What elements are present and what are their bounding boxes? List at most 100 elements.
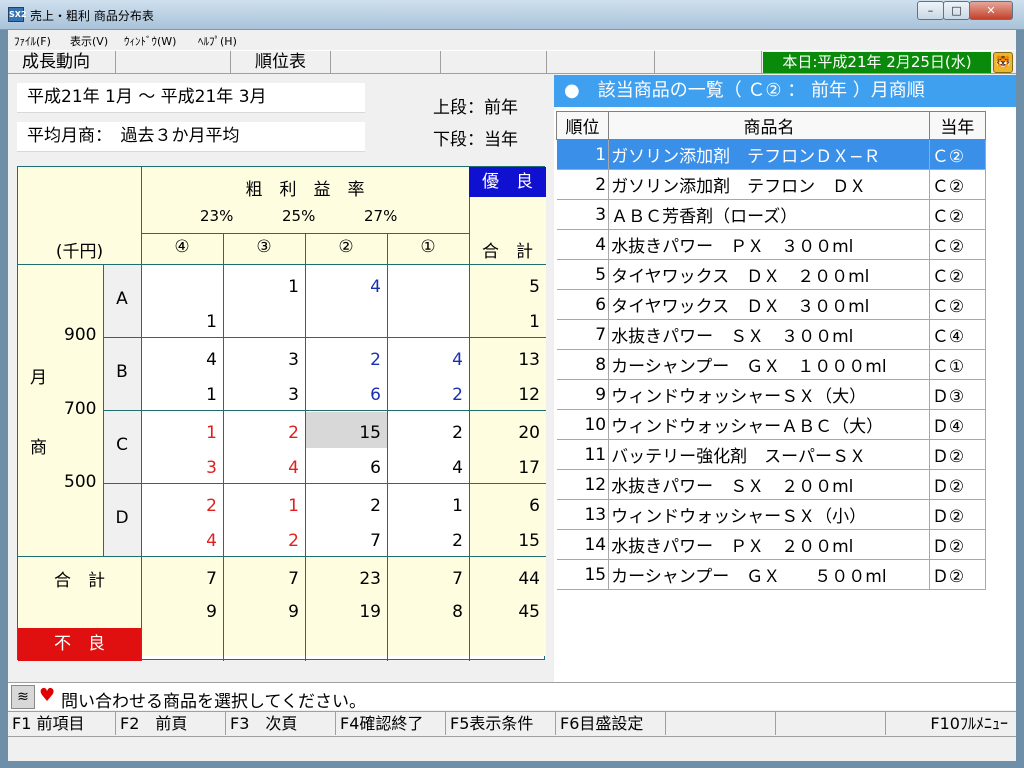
cell-c4-bot[interactable]: 3 bbox=[141, 458, 217, 478]
cell-d1-bot[interactable]: 2 bbox=[387, 531, 463, 551]
cell-d3-bot[interactable]: 2 bbox=[223, 531, 299, 551]
cell-b3-bot[interactable]: 3 bbox=[223, 385, 299, 405]
row-grade: Ｄ② bbox=[929, 439, 987, 470]
sum-c-top: 20 bbox=[518, 423, 540, 443]
y-tick-500: 500 bbox=[64, 472, 97, 492]
lower-legend: 下段：当年 bbox=[433, 130, 518, 150]
cell-c3-bot[interactable]: 4 bbox=[223, 458, 299, 478]
cell-b2-bot[interactable]: 6 bbox=[305, 385, 381, 405]
row-rank: 6 bbox=[556, 289, 610, 320]
cell-d4-top[interactable]: 2 bbox=[141, 496, 217, 516]
toolbar-slot-4[interactable] bbox=[331, 51, 441, 74]
table-row[interactable]: 1 ガソリン添加剤 テフロンＤＸ−Ｒ Ｃ② bbox=[556, 139, 987, 170]
f10-full-menu-button[interactable]: F10ﾌﾙﾒﾆｭｰ bbox=[886, 712, 1016, 735]
row-grade: Ｃ② bbox=[929, 139, 987, 170]
table-row[interactable]: 11 バッテリー強化剤 スーパーＳＸ Ｄ② bbox=[556, 439, 987, 470]
close-button[interactable]: ✕ bbox=[969, 1, 1013, 20]
cell-d1-top[interactable]: 1 bbox=[387, 496, 463, 516]
cell-b4-bot[interactable]: 1 bbox=[141, 385, 217, 405]
menu-bar: ﾌｧｲﾙ(F) 表示(V) ｳｨﾝﾄﾞｳ(W) ﾍﾙﾌﾟ(H) bbox=[8, 30, 1016, 50]
row-rank: 4 bbox=[556, 229, 610, 260]
f7-empty-key[interactable] bbox=[666, 712, 776, 735]
tiger-icon[interactable]: 🐯 bbox=[993, 52, 1013, 73]
col2-total-bot: 19 bbox=[359, 602, 381, 622]
f5-display-conditions-button[interactable]: F5表示条件 bbox=[446, 712, 556, 735]
cell-c2-bot[interactable]: 6 bbox=[305, 458, 381, 478]
poor-label: 不 良 bbox=[18, 628, 141, 661]
cell-c2-top[interactable]: 15 bbox=[305, 423, 381, 443]
sum-b-bot: 12 bbox=[518, 385, 540, 405]
row-grade: Ｃ① bbox=[929, 349, 987, 380]
month-label: 月 bbox=[30, 368, 47, 388]
cell-d2-top[interactable]: 2 bbox=[305, 496, 381, 516]
row-grade: Ｄ③ bbox=[929, 379, 987, 410]
cell-b3-top[interactable]: 3 bbox=[223, 350, 299, 370]
menu-window[interactable]: ｳｨﾝﾄﾞｳ(W) bbox=[124, 33, 176, 49]
cell-b1-top[interactable]: 4 bbox=[387, 350, 463, 370]
menu-file[interactable]: ﾌｧｲﾙ(F) bbox=[14, 33, 51, 49]
cell-b4-top[interactable]: 4 bbox=[141, 350, 217, 370]
toolbar-slot-5[interactable] bbox=[441, 51, 547, 74]
minimize-button[interactable]: – bbox=[917, 1, 944, 20]
name-column-header[interactable]: 商品名 bbox=[608, 111, 930, 140]
table-row[interactable]: 5 タイヤワックス ＤＸ ２００ml Ｃ② bbox=[556, 259, 987, 290]
pct-23: 23% bbox=[200, 207, 234, 225]
cell-c4-top[interactable]: 1 bbox=[141, 423, 217, 443]
cell-d3-top[interactable]: 1 bbox=[223, 496, 299, 516]
menu-help[interactable]: ﾍﾙﾌﾟ(H) bbox=[198, 33, 237, 49]
cell-c3-top[interactable]: 2 bbox=[223, 423, 299, 443]
function-key-bar: F1 前項目 F2 前頁 F3 次頁 F4確認終了 F5表示条件 F6目盛設定 … bbox=[8, 711, 1016, 735]
col-4-label: ④ bbox=[174, 237, 190, 257]
ranking-button[interactable]: 順位表 bbox=[231, 51, 331, 74]
table-row[interactable]: 3 ＡＢＣ芳香剤（ローズ） Ｃ② bbox=[556, 199, 987, 230]
toolbar-slot-2[interactable] bbox=[116, 51, 231, 74]
table-row[interactable]: 12 水抜きパワー ＳＸ ２００ml Ｄ② bbox=[556, 469, 987, 500]
list-header: ● 該当商品の一覧（ Ｃ② ： 前年 ）月商順 bbox=[554, 75, 1016, 107]
cell-d4-bot[interactable]: 4 bbox=[141, 531, 217, 551]
f8-empty-key[interactable] bbox=[776, 712, 886, 735]
row-name: タイヤワックス ＤＸ ２００ml bbox=[608, 259, 930, 290]
row-grade: Ｄ② bbox=[929, 469, 987, 500]
grade-column-header[interactable]: 当年 bbox=[928, 111, 987, 140]
table-row[interactable]: 7 水抜きパワー ＳＸ ３００ml Ｃ④ bbox=[556, 319, 987, 350]
row-grade: Ｄ② bbox=[929, 499, 987, 530]
table-row[interactable]: 4 水抜きパワー ＰＸ ３００ml Ｃ② bbox=[556, 229, 987, 260]
growth-trend-button[interactable]: 成長動向 bbox=[8, 51, 116, 74]
f1-prev-item-button[interactable]: F1 前項目 bbox=[8, 712, 116, 735]
f3-next-page-button[interactable]: F3 次頁 bbox=[226, 712, 336, 735]
cell-d2-bot[interactable]: 7 bbox=[305, 531, 381, 551]
row-name: ウィンドウォッシャーＳＸ（大） bbox=[608, 379, 930, 410]
table-row[interactable]: 9 ウィンドウォッシャーＳＸ（大） Ｄ③ bbox=[556, 379, 987, 410]
table-row[interactable]: 10 ウィンドウォッシャーＡＢＣ（大） Ｄ④ bbox=[556, 409, 987, 440]
f2-prev-page-button[interactable]: F2 前頁 bbox=[116, 712, 226, 735]
y-tick-900: 900 bbox=[64, 325, 97, 345]
f4-confirm-exit-button[interactable]: F4確認終了 bbox=[336, 712, 446, 735]
table-row[interactable]: 6 タイヤワックス ＤＸ ３００ml Ｃ② bbox=[556, 289, 987, 320]
table-row[interactable]: 8 カーシャンプー ＧＸ １０００ml Ｃ① bbox=[556, 349, 987, 380]
f6-scale-settings-button[interactable]: F6目盛設定 bbox=[556, 712, 666, 735]
app-icon: SX2 bbox=[8, 7, 27, 22]
rank-column-header[interactable]: 順位 bbox=[555, 111, 610, 140]
row-c-label: C bbox=[116, 435, 128, 455]
cell-b2-top[interactable]: 2 bbox=[305, 350, 381, 370]
cell-c1-top[interactable]: 2 bbox=[387, 423, 463, 443]
table-row[interactable]: 13 ウィンドウォッシャーＳＸ（小） Ｄ② bbox=[556, 499, 987, 530]
grand-total-top: 44 bbox=[518, 569, 540, 589]
toolbar-slot-7[interactable] bbox=[655, 51, 762, 74]
row-rank: 7 bbox=[556, 319, 610, 350]
drill-icon: ≋ bbox=[11, 685, 35, 709]
cell-c1-bot[interactable]: 4 bbox=[387, 458, 463, 478]
menu-view[interactable]: 表示(V) bbox=[70, 33, 108, 49]
total-header: 合 計 bbox=[482, 242, 533, 262]
cell-b1-bot[interactable]: 2 bbox=[387, 385, 463, 405]
cell-a3-top[interactable]: 1 bbox=[223, 277, 299, 297]
cell-a2-top[interactable]: 4 bbox=[305, 277, 381, 297]
cell-a4-bot[interactable]: 1 bbox=[141, 312, 217, 332]
table-row[interactable]: 2 ガソリン添加剤 テフロン ＤＸ Ｃ② bbox=[556, 169, 987, 200]
table-row[interactable]: 14 水抜きパワー ＰＸ ２００ml Ｄ② bbox=[556, 529, 987, 560]
toolbar-slot-6[interactable] bbox=[547, 51, 655, 74]
col-3-label: ③ bbox=[256, 237, 272, 257]
maximize-button[interactable]: □ bbox=[943, 1, 970, 20]
y-tick-700: 700 bbox=[64, 399, 97, 419]
table-row[interactable]: 15 カーシャンプー ＧＸ ５００ml Ｄ② bbox=[556, 559, 987, 590]
